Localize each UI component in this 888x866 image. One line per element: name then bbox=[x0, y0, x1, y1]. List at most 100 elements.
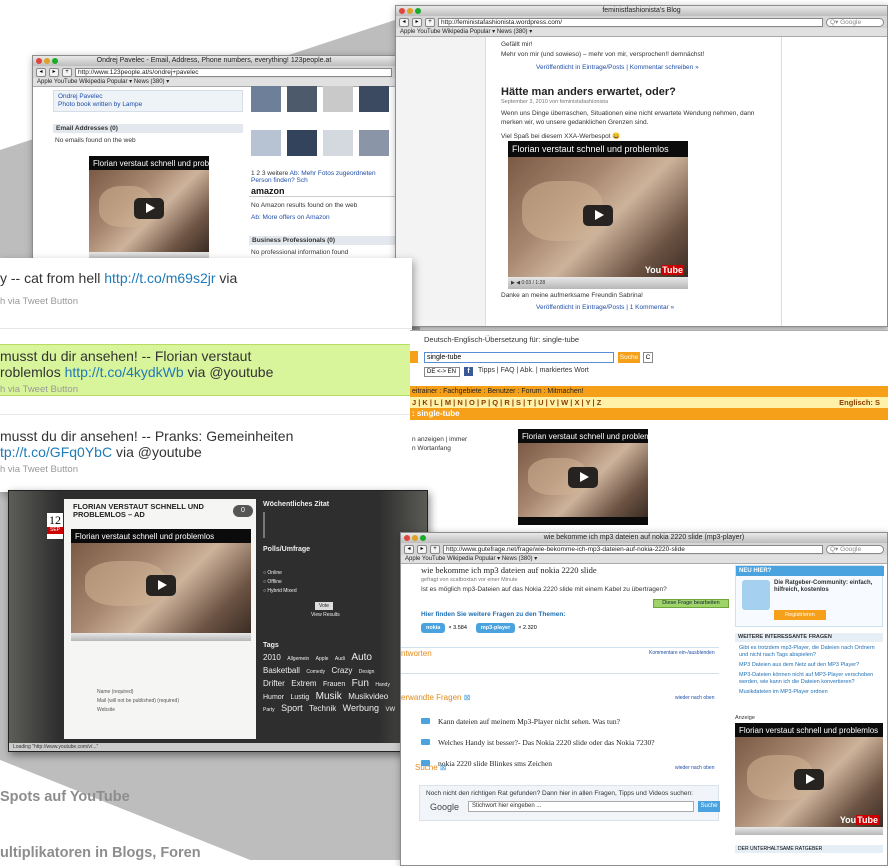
posted-link-2[interactable]: Veröffentlicht in Eintrage/Posts | 1 Kom… bbox=[536, 304, 674, 311]
add-bookmark-icon[interactable]: + bbox=[430, 544, 440, 554]
tweet-meta[interactable]: h via Tweet Button bbox=[0, 296, 410, 307]
google-search-field[interactable]: Q▾ Google bbox=[826, 17, 884, 27]
tweet-text: musst du dir ansehen! -- Pranks: Gemeinh… bbox=[0, 428, 294, 444]
register-button[interactable]: Registrieren bbox=[774, 610, 826, 620]
bookmarks-bar[interactable]: Apple YouTube Wikipedia Popular ▾ News (… bbox=[401, 555, 887, 564]
poll-options[interactable]: ○ Online ○ Offline ○ Hybrid Mixed bbox=[263, 569, 413, 596]
window-123people: Ondrej Pavelec - Email, Address, Phone n… bbox=[32, 55, 396, 265]
url-field[interactable]: http://www.gutefrage.net/frage/wie-bekom… bbox=[443, 544, 823, 554]
window-controls[interactable] bbox=[36, 58, 60, 66]
photo-grid bbox=[249, 86, 395, 164]
forward-icon[interactable]: ▸ bbox=[417, 544, 427, 554]
window-controls[interactable] bbox=[399, 8, 423, 16]
add-bookmark-icon[interactable]: + bbox=[425, 17, 435, 27]
video-player-123[interactable]: Florian verstaut schnell und problemlos bbox=[89, 156, 209, 260]
back-to-top-link[interactable]: wieder nach oben bbox=[675, 765, 714, 771]
tweet-meta[interactable]: h via Tweet Button bbox=[0, 384, 410, 395]
play-icon[interactable] bbox=[146, 575, 176, 596]
forward-icon[interactable]: ▸ bbox=[49, 67, 59, 77]
dict-clear-button[interactable]: C bbox=[643, 352, 653, 363]
back-icon[interactable]: ◂ bbox=[36, 67, 46, 77]
window-title: wie bekomme ich mp3 dateien auf nokia 22… bbox=[543, 534, 745, 541]
back-to-top-link[interactable]: wieder nach oben bbox=[675, 695, 714, 701]
form-name-label: Name (required) bbox=[97, 689, 134, 695]
video-player-dict[interactable]: Florian verstaut schnell und problemlos bbox=[518, 429, 648, 525]
tweet-text-line2: tp://t.co/GFq0YbC via @youtube bbox=[0, 444, 202, 460]
play-icon[interactable] bbox=[794, 769, 824, 790]
dict-nav[interactable]: eitrainer : Fachgebiete : Benutzer : For… bbox=[410, 386, 888, 397]
further-header: WEITERE INTERESSANTE FRAGEN bbox=[735, 633, 883, 642]
tag-cloud[interactable]: 2010 Allgemein Apple Audi Auto Basketbal… bbox=[263, 651, 403, 715]
titlebar: Ondrej Pavelec - Email, Address, Phone n… bbox=[33, 56, 395, 66]
play-icon[interactable] bbox=[134, 198, 164, 219]
dict-search-input[interactable]: single-tube bbox=[424, 352, 614, 363]
post-fun-line: Viel Spaß bei diesem XXA-Werbespot 😀 bbox=[501, 133, 621, 140]
ad-label: Anzeige bbox=[735, 715, 755, 721]
date-month: SEP bbox=[47, 527, 63, 534]
video-controls[interactable] bbox=[71, 633, 251, 641]
edit-question-button[interactable]: Diese Frage bearbeiten bbox=[653, 599, 729, 608]
link-pavelec[interactable]: Ondrej Pavelec bbox=[58, 93, 102, 100]
play-icon[interactable] bbox=[568, 467, 598, 488]
back-icon[interactable]: ◂ bbox=[399, 17, 409, 27]
back-icon[interactable]: ◂ bbox=[404, 544, 414, 554]
tweet-link[interactable]: http://t.co/4kydkWb bbox=[65, 364, 184, 380]
tweet-meta[interactable]: h via Tweet Button bbox=[0, 464, 410, 475]
video-player-dark[interactable]: Florian verstaut schnell und problemlos bbox=[71, 529, 251, 641]
comments-bubble[interactable]: 0 bbox=[233, 505, 253, 517]
dict-search-button[interactable]: Suche bbox=[618, 352, 640, 363]
vote-button[interactable]: Vote bbox=[315, 602, 333, 610]
amazon-link[interactable]: Ab: More offers on Amazon bbox=[251, 214, 330, 221]
search-button[interactable]: Suche bbox=[698, 801, 720, 812]
forward-icon[interactable]: ▸ bbox=[412, 17, 422, 27]
topic-nokia[interactable]: nokia bbox=[421, 623, 446, 633]
play-icon[interactable] bbox=[583, 205, 613, 226]
more-questions-label: Hier finden Sie weitere Fragen zu den Th… bbox=[421, 611, 566, 618]
tweet-text: musst du dir ansehen! -- Florian verstau… bbox=[0, 348, 252, 364]
caption-line-1: Spots auf YouTube bbox=[0, 789, 130, 805]
window-blog: feministfashionista's Blog ◂ ▸ + http://… bbox=[395, 5, 888, 327]
comments-toggle[interactable]: Kommentare ein-/ausblenden bbox=[649, 650, 715, 656]
bookmarks-bar[interactable]: Apple YouTube Wikipedia Popular ▾ News (… bbox=[396, 28, 887, 37]
tweet-link[interactable]: http://t.co/m69s2jr bbox=[104, 270, 215, 286]
link-photo-book[interactable]: Photo book written by Lampe bbox=[58, 101, 142, 108]
further-list[interactable]: Gibt es trotzdem mp3-Player, die Dateien… bbox=[739, 645, 881, 696]
search-header: Suche ⊠ bbox=[415, 763, 447, 772]
related-item[interactable]: Welches Handy ist besser?- Das Nokia 222… bbox=[421, 732, 717, 753]
video-title: Florian verstaut schnell und problemlos bbox=[75, 532, 215, 541]
view-results-link[interactable]: View Results bbox=[311, 612, 413, 618]
url-field[interactable]: http://www.123people.at/s/ondrej+pavelec bbox=[75, 67, 392, 77]
tweet-link[interactable]: tp://t.co/GFq0YbC bbox=[0, 444, 112, 460]
dict-alphabet[interactable]: J | K | L | M | N | O | P | Q | R | S | … bbox=[410, 397, 888, 408]
add-bookmark-icon[interactable]: + bbox=[62, 67, 72, 77]
question-icon bbox=[421, 718, 430, 724]
dict-lang-select[interactable]: DE <-> EN bbox=[424, 367, 460, 377]
post-title[interactable]: Hätte man anders erwartet, oder? bbox=[501, 86, 676, 98]
search-box: Noch nicht den richtigen Rat gefunden? D… bbox=[419, 785, 720, 821]
video-player-gutefrage[interactable]: Florian verstaut schnell und problemlos … bbox=[735, 723, 883, 835]
video-controls[interactable]: ▶ ◀ 0:03 / 1:28 bbox=[508, 277, 688, 289]
window-controls[interactable] bbox=[404, 535, 428, 543]
business-header: Business Professionals (0) bbox=[249, 236, 395, 245]
dark-post-title[interactable]: FLORIAN VERSTAUT SCHNELL UND PROBLEMLOS … bbox=[73, 503, 233, 519]
dict-heading: Deutsch-Englisch-Übersetzung für: single… bbox=[424, 335, 580, 344]
facebook-icon[interactable]: f bbox=[464, 367, 473, 376]
url-field[interactable]: http://feministafashionista.wordpress.co… bbox=[438, 17, 823, 27]
dict-links[interactable]: Tipps | FAQ | Abk. | markiertes Wort bbox=[478, 367, 589, 374]
youtube-logo[interactable]: YouTube bbox=[645, 265, 684, 275]
video-controls[interactable] bbox=[735, 827, 883, 835]
google-search-field[interactable]: Q▾ Google bbox=[826, 544, 884, 554]
posted-link-1[interactable]: Veröffentlicht in Eintrage/Posts | Komme… bbox=[536, 64, 699, 71]
related-item[interactable]: nokia 2220 slide Blinkes sms Zeichen bbox=[421, 753, 717, 774]
youtube-logo[interactable]: YouTube bbox=[840, 815, 879, 825]
video-title: Florian verstaut schnell und problemlos bbox=[522, 432, 648, 441]
email-header: Email Addresses (0) bbox=[53, 124, 243, 133]
topic-nokia-count: × 3.584 bbox=[448, 625, 467, 631]
pagination[interactable]: 1 2 3 weitere Ab: Mehr Fotos zugeordnete… bbox=[251, 170, 395, 184]
topic-mp3[interactable]: mp3-player bbox=[475, 623, 516, 633]
caption-line-2: ultiplikatoren in Blogs, Foren bbox=[0, 845, 201, 861]
search-input[interactable]: Stichwort hier eingeben ... bbox=[468, 801, 694, 812]
video-player-blog[interactable]: Florian verstaut schnell und problemlos … bbox=[508, 141, 688, 289]
related-item[interactable]: Kann dateien auf meinem Mp3-Player nicht… bbox=[421, 711, 717, 732]
business-none: No professional information found bbox=[251, 249, 349, 256]
